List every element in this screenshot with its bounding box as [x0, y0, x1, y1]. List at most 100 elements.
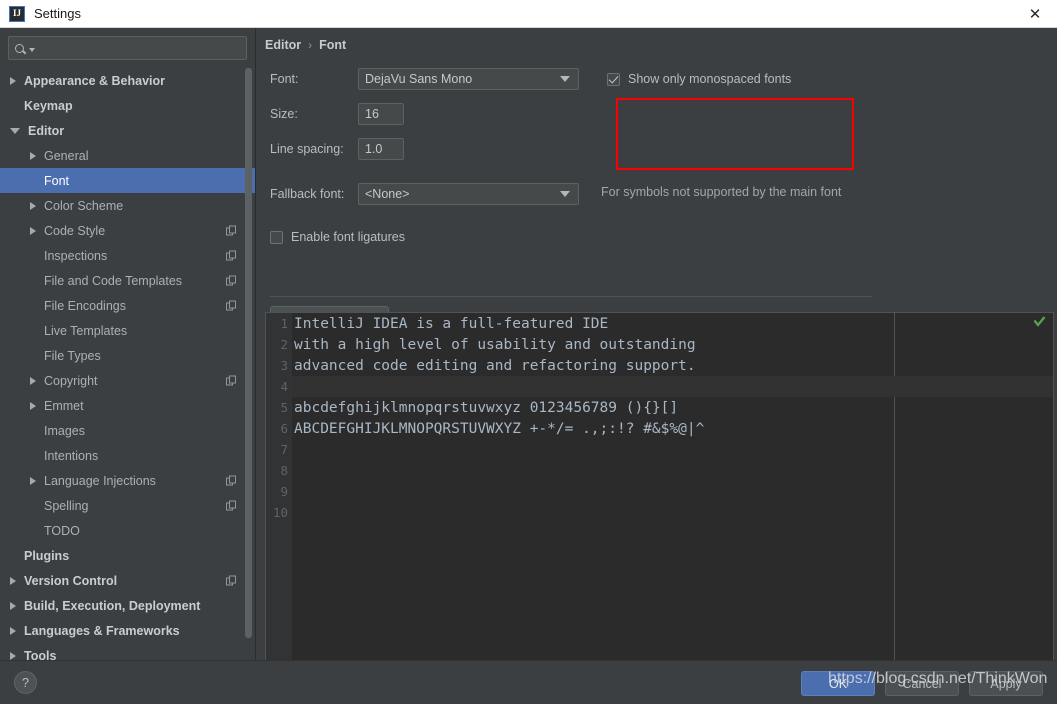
fallback-font-combobox[interactable]: <None>	[358, 183, 579, 205]
copy-settings-icon[interactable]	[226, 575, 237, 586]
copy-settings-icon[interactable]	[226, 300, 237, 311]
monospaced-checkbox-row[interactable]: Show only monospaced fonts	[607, 72, 791, 86]
line-spacing-input[interactable]	[358, 138, 404, 160]
preview-line: 6 ABCDEFGHIJKLMNOPQRSTUVWXYZ +-*/= .,;:!?…	[280, 418, 1053, 439]
sidebar-item-file-encodings[interactable]: File Encodings	[0, 293, 255, 318]
sidebar-item-label: File Encodings	[44, 298, 126, 313]
preview-line: 4	[280, 376, 1053, 397]
chevron-right-icon[interactable]	[10, 576, 16, 585]
sidebar-item-language-injections[interactable]: Language Injections	[0, 468, 255, 493]
size-input[interactable]	[358, 103, 404, 125]
breadcrumb-parent[interactable]: Editor	[265, 38, 301, 52]
line-number: 3	[280, 358, 288, 373]
sidebar-item-plugins[interactable]: Plugins	[0, 543, 255, 568]
preview-code-area: 1 IntelliJ IDEA is a full-featured IDE 2 wi…	[273, 313, 1053, 675]
settings-content: Editor › Font Font: DejaVu Sans Mono Sho…	[257, 28, 1057, 676]
copy-settings-icon[interactable]	[226, 500, 237, 511]
line-number: 6	[280, 421, 288, 436]
sidebar-scrollbar-thumb[interactable]	[245, 68, 252, 638]
sidebar-item-build-execution-deployment[interactable]: Build, Execution, Deployment	[0, 593, 255, 618]
chevron-right-icon[interactable]	[10, 651, 16, 660]
breadcrumb-current: Font	[319, 38, 347, 52]
copy-settings-icon[interactable]	[226, 225, 237, 236]
chevron-down-icon[interactable]	[10, 127, 20, 134]
window-title: Settings	[34, 6, 81, 21]
copy-settings-icon[interactable]	[226, 475, 237, 486]
chevron-right-icon[interactable]	[30, 476, 36, 485]
copy-settings-icon[interactable]	[226, 375, 237, 386]
sidebar-item-label: Font	[44, 173, 70, 188]
line-number: 7	[280, 442, 288, 457]
sidebar-item-intentions[interactable]: Intentions	[0, 443, 255, 468]
fallback-font-label: Fallback font:	[270, 187, 345, 201]
line-number: 2	[280, 337, 288, 352]
size-field-wrap	[358, 103, 404, 125]
preview-line-text: IntelliJ IDEA is a full-featured IDE	[294, 315, 609, 332]
chevron-right-icon[interactable]	[30, 151, 36, 160]
sidebar-item-label: Appearance & Behavior	[24, 73, 166, 88]
sidebar-item-label: Keymap	[24, 98, 73, 113]
ok-button[interactable]: OK	[801, 671, 875, 696]
checkmark-icon[interactable]	[1033, 316, 1046, 328]
apply-button[interactable]: Apply	[969, 671, 1043, 696]
cancel-button[interactable]: Cancel	[885, 671, 959, 696]
sidebar-item-todo[interactable]: TODO	[0, 518, 255, 543]
help-button[interactable]: ?	[14, 671, 37, 694]
chevron-right-icon[interactable]	[30, 376, 36, 385]
ligatures-label: Enable font ligatures	[291, 230, 405, 244]
sidebar-item-file-and-code-templates[interactable]: File and Code Templates	[0, 268, 255, 293]
chevron-right-icon[interactable]	[30, 401, 36, 410]
sidebar-item-copyright[interactable]: Copyright	[0, 368, 255, 393]
close-icon[interactable]: ✕	[1013, 0, 1057, 27]
chevron-right-icon[interactable]	[30, 201, 36, 210]
font-preview-editor[interactable]: 1 IntelliJ IDEA is a full-featured IDE 2 wi…	[265, 312, 1054, 676]
sidebar-item-appearance-behavior[interactable]: Appearance & Behavior	[0, 68, 255, 93]
breadcrumb: Editor › Font	[265, 38, 346, 52]
preview-line: 1 IntelliJ IDEA is a full-featured IDE	[280, 313, 1053, 334]
chevron-right-icon[interactable]	[10, 626, 16, 635]
ligatures-checkbox-row[interactable]: Enable font ligatures	[270, 230, 405, 244]
font-field-wrap: DejaVu Sans Mono	[358, 68, 579, 90]
sidebar-item-tools[interactable]: Tools	[0, 643, 255, 660]
fallback-font-row: Fallback font: <None> For symbols not su…	[257, 173, 1057, 217]
sidebar-item-spelling[interactable]: Spelling	[0, 493, 255, 518]
copy-settings-icon[interactable]	[226, 275, 237, 286]
sidebar-item-code-style[interactable]: Code Style	[0, 218, 255, 243]
preview-line: 8	[280, 460, 1053, 481]
preview-line: 10	[273, 502, 1053, 523]
chevron-right-icon[interactable]	[30, 226, 36, 235]
sidebar-item-version-control[interactable]: Version Control	[0, 568, 255, 593]
chevron-right-icon[interactable]	[10, 76, 16, 85]
sidebar-item-font[interactable]: Font	[0, 168, 255, 193]
sidebar-item-label: File Types	[44, 348, 101, 363]
chevron-right-icon[interactable]	[10, 601, 16, 610]
sidebar-item-general[interactable]: General	[0, 143, 255, 168]
sidebar-item-inspections[interactable]: Inspections	[0, 243, 255, 268]
sidebar-item-emmet[interactable]: Emmet	[0, 393, 255, 418]
sidebar-item-label: Code Style	[44, 223, 106, 238]
search-input[interactable]	[35, 41, 246, 55]
sidebar-item-label: Emmet	[44, 398, 84, 413]
preview-line: 9	[280, 481, 1053, 502]
ligatures-checkbox[interactable]	[270, 230, 283, 244]
sidebar-item-images[interactable]: Images	[0, 418, 255, 443]
preview-line: 2 with a high level of usability and outs…	[280, 334, 1053, 355]
sidebar-item-keymap[interactable]: Keymap	[0, 93, 255, 118]
line-number: 10	[272, 505, 288, 520]
copy-settings-icon[interactable]	[226, 250, 237, 261]
sidebar-item-color-scheme[interactable]: Color Scheme	[0, 193, 255, 218]
search-box[interactable]	[8, 36, 247, 60]
fallback-font-hint: For symbols not supported by the main fo…	[601, 185, 842, 199]
sidebar-item-live-templates[interactable]: Live Templates	[0, 318, 255, 343]
sidebar-item-languages-frameworks[interactable]: Languages & Frameworks	[0, 618, 255, 643]
sidebar-item-editor[interactable]: Editor	[0, 118, 255, 143]
monospaced-checkbox[interactable]	[607, 72, 620, 86]
sidebar-item-file-types[interactable]: File Types	[0, 343, 255, 368]
settings-sidebar: Appearance & Behavior Keymap Editor General…	[0, 28, 256, 660]
font-combobox[interactable]: DejaVu Sans Mono	[358, 68, 579, 90]
